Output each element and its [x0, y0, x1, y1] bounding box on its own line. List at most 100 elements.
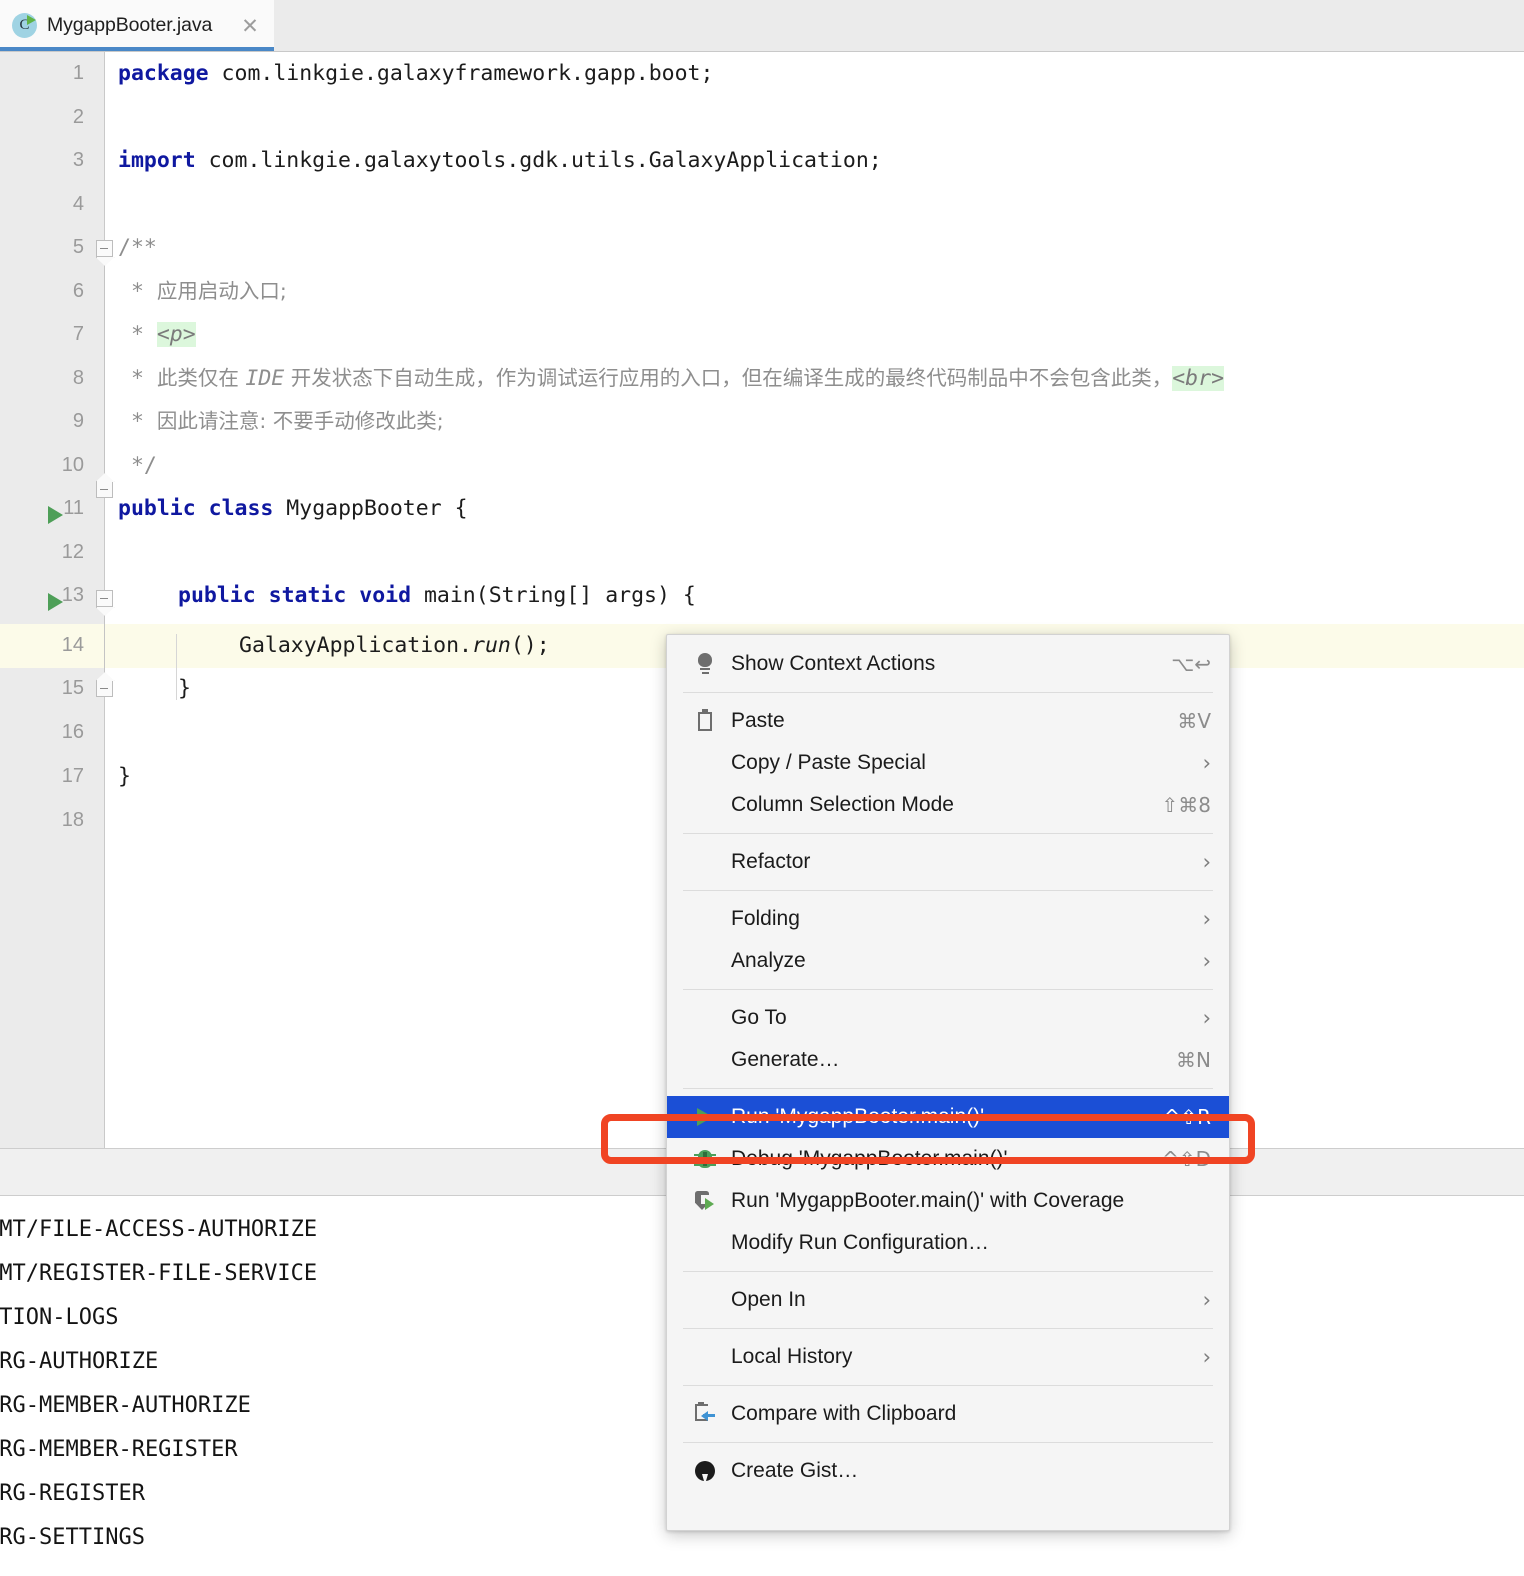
- console-line: GMT/FILE-ACCESS-AUTHORIZE: [0, 1217, 318, 1242]
- menu-item-shortcut: ⌘N: [1176, 1048, 1211, 1072]
- compare-clipboard-icon: [693, 1402, 717, 1426]
- line-number: 6: [72, 279, 84, 302]
- keyword-void: void: [359, 583, 412, 608]
- chevron-right-icon: ›: [1202, 1287, 1211, 1312]
- code-line-10: */: [118, 444, 157, 488]
- menu-item-show-context-actions[interactable]: Show Context Actions ⌥↩: [667, 643, 1229, 685]
- run-gutter-marker-main[interactable]: [48, 593, 63, 611]
- menu-item-label: Refactor: [731, 850, 811, 873]
- line-number: 2: [72, 105, 84, 128]
- menu-item-label: Folding: [731, 907, 800, 930]
- line-number: 5: [72, 236, 84, 258]
- menu-item-debug-main[interactable]: Debug 'MygappBooter.main()' ^⇧D: [667, 1138, 1229, 1180]
- editor-context-menu[interactable]: Show Context Actions ⌥↩ Paste ⌘V Copy / …: [666, 634, 1230, 1531]
- menu-separator: [683, 1328, 1213, 1329]
- keyword-class: class: [208, 496, 274, 521]
- comment-ide: IDE: [245, 365, 285, 391]
- comment-text-b: 开发状态下自动生成，作为调试运行应用的入口，但在编译生成的最终代码制品中不会包含…: [284, 365, 1173, 390]
- menu-item-paste[interactable]: Paste ⌘V: [667, 700, 1229, 742]
- menu-item-label: Paste: [731, 709, 785, 732]
- code-line-17: }: [118, 755, 131, 799]
- keyword-import: import: [118, 148, 196, 173]
- chevron-right-icon: ›: [1202, 1005, 1211, 1030]
- line-number: 9: [72, 410, 84, 432]
- line-number: 1: [72, 62, 84, 84]
- closing-brace-class: }: [118, 764, 131, 789]
- editor-tab-mygappbooter[interactable]: C MygappBooter.java: [0, 0, 274, 51]
- class-name: MygappBooter {: [273, 496, 468, 521]
- menu-separator: [683, 1385, 1213, 1386]
- fold-toggle-method[interactable]: [96, 590, 113, 607]
- fold-toggle-comment[interactable]: [96, 240, 113, 257]
- menu-separator: [683, 1271, 1213, 1272]
- code-line-13: public static void main(String[] args) {: [178, 574, 696, 618]
- menu-item-folding[interactable]: Folding ›: [667, 898, 1229, 940]
- menu-item-shortcut: ^⇧D: [1162, 1147, 1211, 1171]
- chevron-right-icon: ›: [1202, 849, 1211, 874]
- keyword-package: package: [118, 61, 209, 86]
- indent-guide: [176, 634, 177, 700]
- menu-item-create-gist[interactable]: Create Gist…: [667, 1450, 1229, 1492]
- comment-star: *: [118, 409, 157, 434]
- console-line: ORG-AUTHORIZE: [0, 1349, 159, 1374]
- line-number: 3: [72, 149, 84, 171]
- comment-open: /**: [118, 235, 157, 260]
- menu-item-label: Compare with Clipboard: [731, 1402, 957, 1425]
- ide-window: C MygappBooter.java ✕ 1 2 3 4 5 6 7 8 9 …: [0, 0, 1524, 1576]
- menu-separator: [683, 1088, 1213, 1089]
- keyword-static: static: [268, 583, 347, 608]
- keyword-public: public: [178, 583, 256, 608]
- menu-item-refactor[interactable]: Refactor ›: [667, 841, 1229, 883]
- menu-item-label: Modify Run Configuration…: [731, 1231, 989, 1254]
- import-path: com.linkgie.galaxytools.gdk.utils.Galaxy…: [195, 148, 882, 173]
- clipboard-icon: [693, 709, 717, 733]
- github-icon: [693, 1459, 717, 1483]
- menu-item-label: Local History: [731, 1345, 853, 1368]
- chevron-right-icon: ›: [1202, 750, 1211, 775]
- html-tag-p: <p>: [156, 322, 196, 347]
- line-number: 16: [61, 721, 84, 743]
- menu-item-modify-run-configuration[interactable]: Modify Run Configuration…: [667, 1222, 1229, 1264]
- fold-region-line: [103, 260, 105, 490]
- run-gutter-marker-class[interactable]: [48, 506, 63, 524]
- menu-item-compare-with-clipboard[interactable]: Compare with Clipboard: [667, 1393, 1229, 1435]
- console-line: ORG-SETTINGS: [0, 1525, 145, 1550]
- html-tag-br: <br>: [1172, 365, 1225, 391]
- menu-item-shortcut: ⇧⌘8: [1161, 793, 1211, 817]
- fold-toggle-comment-end[interactable]: [96, 481, 113, 498]
- line-number: 11: [63, 497, 84, 519]
- code-line-15: }: [178, 667, 191, 711]
- menu-separator: [683, 1442, 1213, 1443]
- menu-item-generate[interactable]: Generate… ⌘N: [667, 1039, 1229, 1081]
- menu-item-label: Generate…: [731, 1048, 840, 1071]
- menu-item-open-in[interactable]: Open In ›: [667, 1279, 1229, 1321]
- comment-star: *: [118, 365, 157, 391]
- coverage-shield-icon: [693, 1189, 717, 1213]
- comment-text-a: 此类仅在: [156, 365, 246, 390]
- menu-item-label: Create Gist…: [731, 1459, 859, 1482]
- fold-toggle-method-end[interactable]: [96, 680, 113, 697]
- close-icon[interactable]: ✕: [238, 14, 262, 38]
- console-line: ORG-MEMBER-REGISTER: [0, 1437, 238, 1462]
- menu-item-go-to[interactable]: Go To ›: [667, 997, 1229, 1039]
- lightbulb-icon: [693, 652, 717, 676]
- run-play-icon: [693, 1105, 717, 1129]
- menu-item-run-with-coverage[interactable]: Run 'MygappBooter.main()' with Coverage: [667, 1180, 1229, 1222]
- menu-item-analyze[interactable]: Analyze ›: [667, 940, 1229, 982]
- menu-item-local-history[interactable]: Local History ›: [667, 1336, 1229, 1378]
- menu-item-copy-paste-special[interactable]: Copy / Paste Special ›: [667, 742, 1229, 784]
- menu-item-run-main[interactable]: Run 'MygappBooter.main()' ^⇧R: [667, 1096, 1229, 1138]
- menu-item-label: Run 'MygappBooter.main()' with Coverage: [731, 1189, 1125, 1212]
- menu-item-label: Column Selection Mode: [731, 793, 954, 816]
- line-number: 13: [61, 584, 84, 606]
- comment-close: */: [118, 452, 157, 478]
- console-line: ATION-LOGS: [0, 1305, 119, 1330]
- comment-star: *: [118, 322, 157, 347]
- editor-tab-bar: C MygappBooter.java ✕: [0, 0, 1524, 52]
- comment-text: 因此请注意: 不要手动修改此类;: [156, 409, 444, 433]
- line-number: 7: [72, 323, 84, 345]
- comment-text: 应用启动入口;: [156, 278, 287, 303]
- code-line-5: /**: [118, 226, 157, 270]
- menu-item-column-selection-mode[interactable]: Column Selection Mode ⇧⌘8: [667, 784, 1229, 826]
- menu-separator: [683, 833, 1213, 834]
